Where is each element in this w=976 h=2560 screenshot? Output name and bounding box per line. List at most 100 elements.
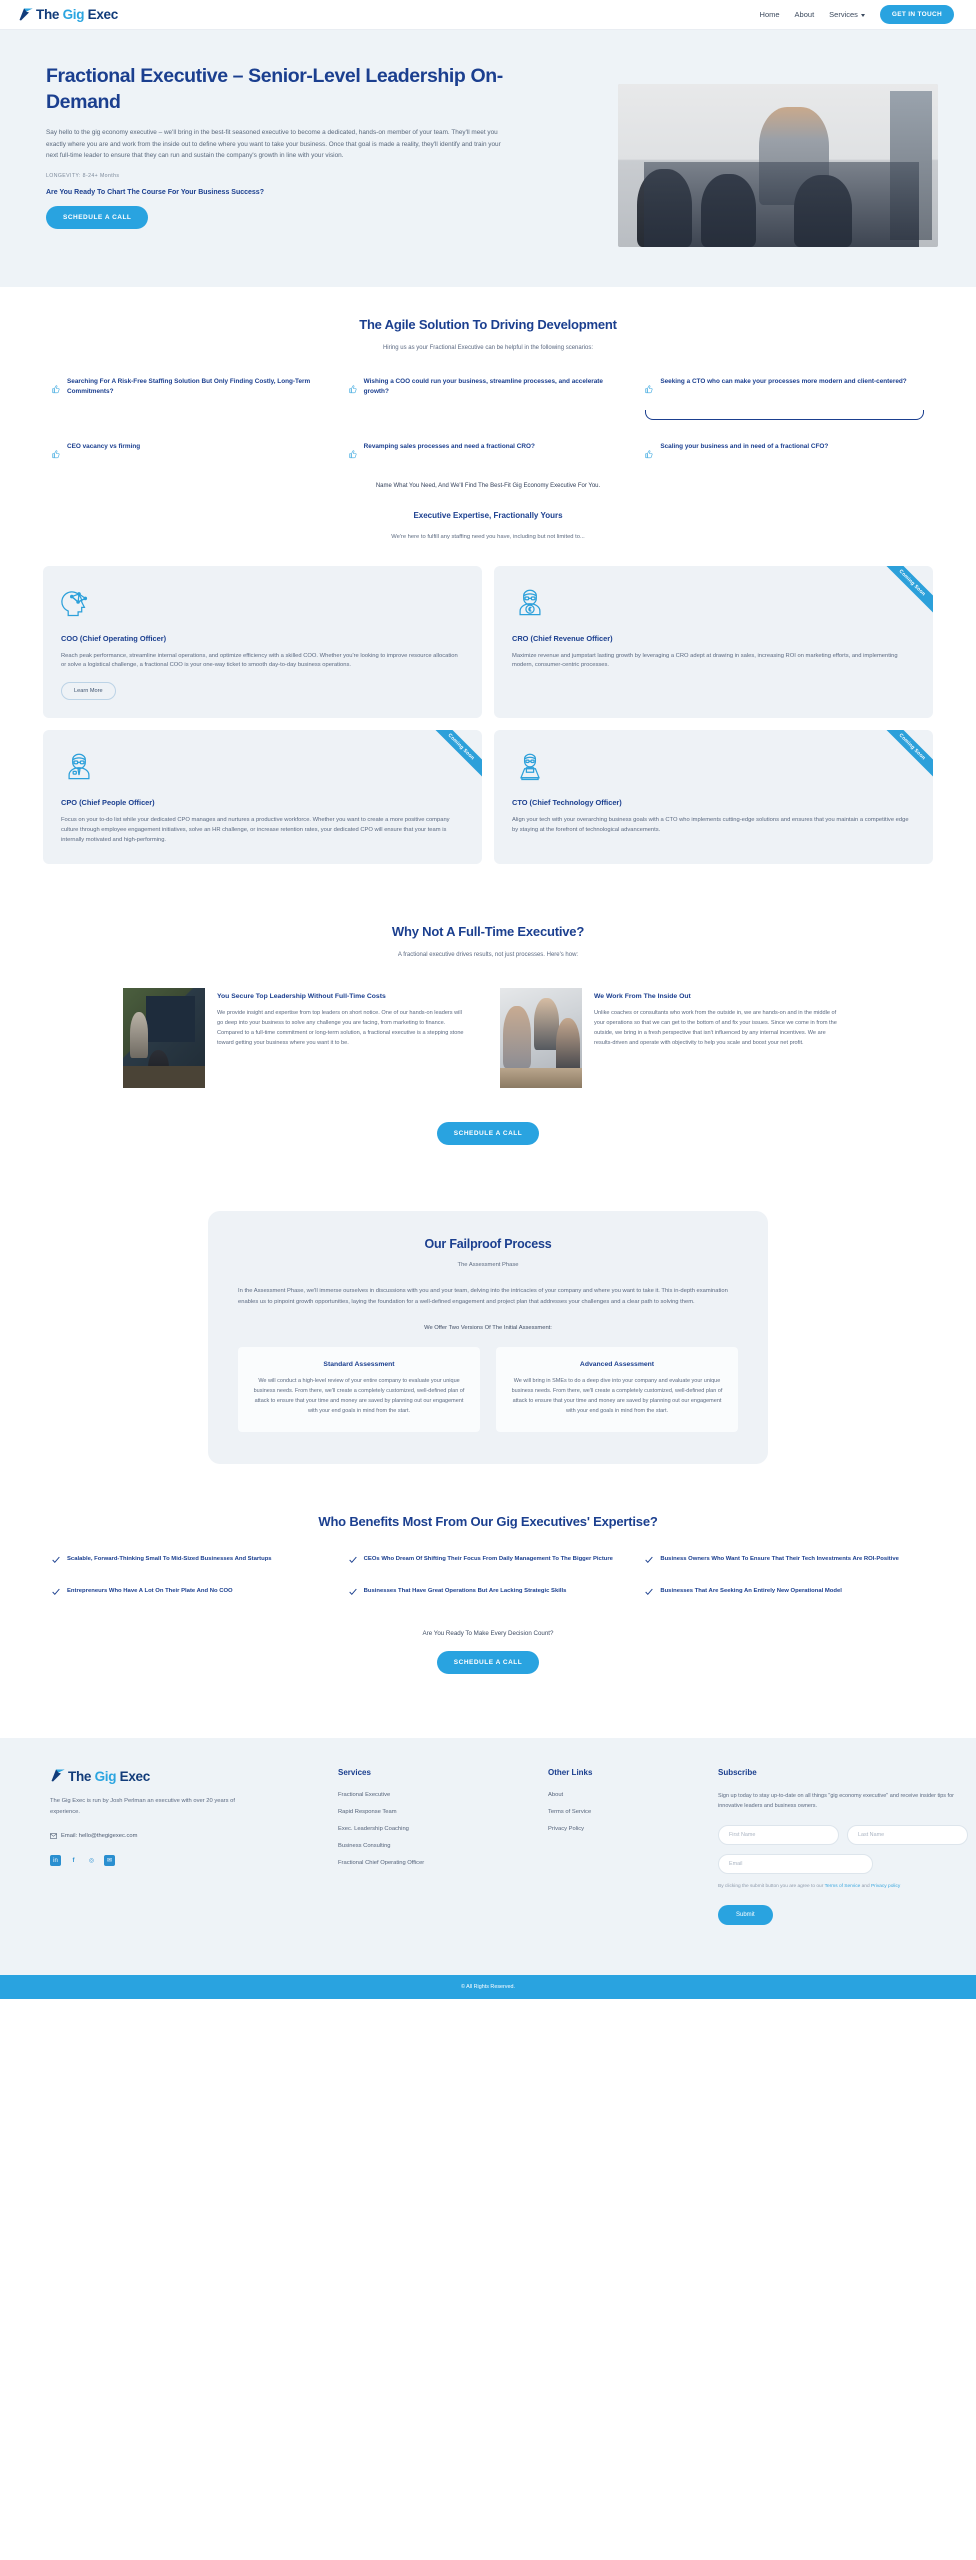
process-subtitle: The Assessment Phase [457, 1262, 519, 1269]
benefits-grid: Scalable, Forward-Thinking Small To Mid-… [38, 1555, 938, 1596]
thumbs-up-icon [645, 385, 653, 394]
why-item-title: You Secure Top Leadership Without Full-T… [217, 993, 386, 1001]
benefit-item: Businesses That Have Great Operations Bu… [348, 1587, 628, 1596]
assessment-title: Standard Assessment [323, 1360, 395, 1368]
footer-link-privacy[interactable]: Privacy Policy [548, 1826, 708, 1832]
agile-solution-section: The Agile Solution To Driving Developmen… [0, 287, 976, 894]
footer-logo-text: The Gig Exec [68, 1769, 150, 1784]
scenario-text: Searching For A Risk-Free Staffing Solut… [67, 378, 311, 396]
benefit-text: Businesses That Are Seeking An Entirely … [660, 1587, 842, 1594]
instagram-icon[interactable]: ◎ [86, 1855, 97, 1866]
person-laptop-icon [512, 748, 548, 784]
hero-image [618, 84, 938, 247]
footer-link-exec-leadership-coaching[interactable]: Exec. Leadership Coaching [338, 1826, 538, 1832]
hero-photo-team [618, 84, 938, 247]
footer-logo-part-2: Gig [94, 1768, 120, 1784]
logo-text: The Gig Exec [36, 7, 118, 22]
coming-soon-ribbon: Coming Soon [873, 565, 933, 621]
nav-item-services-label: Services [829, 10, 858, 19]
checkmark-icon [645, 1588, 654, 1596]
footer-link-about[interactable]: About [548, 1792, 708, 1798]
benefit-item: Business Owners Who Want To Ensure That … [645, 1555, 924, 1564]
why-cta-wrap: SCHEDULE A CALL [0, 1122, 976, 1146]
person-tie-icon [61, 748, 97, 784]
exec-card-title: CPO (Chief People Officer) [61, 798, 155, 808]
process-offer-line: We Offer Two Versions Of The Initial Ass… [424, 1324, 552, 1331]
terms-of-service-link[interactable]: Terms of Service [825, 1884, 861, 1889]
thumbs-up-icon [52, 385, 60, 394]
photo-presentation [123, 988, 205, 1089]
thumbs-up-icon [348, 449, 357, 459]
benefit-text: Scalable, Forward-Thinking Small To Mid-… [67, 1556, 272, 1563]
email-icon[interactable]: ✉ [104, 1855, 115, 1867]
exec-card-cro[interactable]: Coming Soon CRO (Chief Revenue Officer) … [494, 565, 933, 719]
agile-title: The Agile Solution To Driving Developmen… [359, 317, 617, 332]
assessment-grid: Standard Assessment We will conduct a hi… [238, 1346, 738, 1433]
footer-other-links-column: Other Links About Terms of Service Priva… [548, 1768, 708, 1924]
nav-item-home[interactable]: Home [760, 10, 780, 19]
exec-card-description: Focus on your to-do list while your dedi… [61, 817, 450, 844]
facebook-icon[interactable]: f [68, 1855, 79, 1866]
scenario-item: Wishing a COO could run your business, s… [348, 377, 628, 398]
scenario-text: Seeking a CTO who can make your processe… [660, 378, 907, 385]
why-item-text: We provide insight and expertise from to… [217, 1010, 464, 1047]
benefit-text: CEOs Who Dream Of Shifting Their Focus F… [363, 1556, 613, 1563]
subscribe-submit-button[interactable]: Submit [718, 1904, 773, 1925]
agile-tagline-2: Executive Expertise, Fractionally Yours [413, 510, 563, 520]
benefit-text: Business Owners Who Want To Ensure That … [660, 1556, 899, 1563]
email-input[interactable] [718, 1853, 873, 1874]
scenario-item: Seeking a CTO who can make your processe… [645, 377, 924, 398]
checkmark-icon [645, 1556, 654, 1564]
chevron-down-icon [860, 13, 865, 17]
footer-link-fractional-executive[interactable]: Fractional Executive [338, 1792, 538, 1798]
why-image-1 [123, 988, 205, 1089]
benefit-item: CEOs Who Dream Of Shifting Their Focus F… [348, 1555, 628, 1564]
hero-schedule-call-button[interactable]: SCHEDULE A CALL [46, 206, 149, 230]
benefit-text: Businesses That Have Great Operations Bu… [363, 1587, 567, 1594]
person-revenue-icon [512, 584, 548, 620]
benefits-schedule-call-button[interactable]: SCHEDULE A CALL [436, 1651, 540, 1675]
coming-soon-ribbon: Coming Soon [422, 730, 482, 786]
site-footer: The Gig Exec The Gig Exec is run by Josh… [0, 1738, 976, 1975]
why-schedule-call-button[interactable]: SCHEDULE A CALL [436, 1122, 540, 1146]
process-paragraph: In the Assessment Phase, we'll immerse o… [238, 1288, 728, 1306]
learn-more-button[interactable]: Learn More [61, 682, 116, 701]
exec-card-cto[interactable]: Coming Soon CTO (Chief Technology Office… [494, 730, 933, 865]
footer-email[interactable]: Email: hello@thegigexec.com [50, 1833, 328, 1839]
nav-item-services[interactable]: Services [829, 10, 865, 19]
first-name-input[interactable] [718, 1824, 839, 1845]
scenario-text: Scaling your business and in need of a f… [660, 442, 829, 450]
exec-card-coo[interactable]: COO (Chief Operating Officer) Reach peak… [43, 565, 482, 719]
head-network-icon [61, 584, 97, 620]
why-item: We Work From The Inside Out Unlike coach… [500, 988, 853, 1089]
why-item-title: We Work From The Inside Out [594, 993, 691, 1001]
scenario-text: Revamping sales processes and need a fra… [363, 442, 535, 450]
why-item-text: Unlike coaches or consultants who work f… [594, 1010, 837, 1047]
benefits-question: Are You Ready To Make Every Decision Cou… [422, 1630, 554, 1638]
checkmark-icon [348, 1588, 357, 1596]
agile-tagline-3: We're here to fulfill any staffing need … [391, 533, 585, 540]
why-grid: You Secure Top Leadership Without Full-T… [123, 988, 853, 1089]
hero-section: Fractional Executive – Senior-Level Lead… [0, 30, 976, 287]
get-in-touch-button[interactable]: GET IN TOUCH [879, 5, 954, 24]
scenario-item: Revamping sales processes and need a fra… [348, 442, 628, 459]
footer-link-rapid-response-team[interactable]: Rapid Response Team [338, 1809, 538, 1815]
footer-link-fractional-coo[interactable]: Fractional Chief Operating Officer [338, 1860, 538, 1866]
footer-link-business-consulting[interactable]: Business Consulting [338, 1843, 538, 1849]
exec-card-cpo[interactable]: Coming Soon CPO (Chief People Officer) F… [43, 730, 482, 865]
footer-logo[interactable]: The Gig Exec [50, 1768, 328, 1784]
terms-mid: and [860, 1883, 871, 1889]
scenario-text: Wishing a COO could run your business, s… [363, 378, 603, 396]
assessment-title: Advanced Assessment [579, 1360, 655, 1368]
nav-item-about[interactable]: About [795, 10, 815, 19]
logo[interactable]: The Gig Exec [18, 7, 118, 23]
envelope-icon [50, 1833, 57, 1839]
exec-card-title: CRO (Chief Revenue Officer) [512, 633, 613, 643]
footer-link-terms[interactable]: Terms of Service [548, 1809, 708, 1815]
last-name-input[interactable] [847, 1824, 968, 1845]
exec-card-description: Maximize revenue and jumpstart lasting g… [512, 652, 898, 669]
privacy-policy-link[interactable]: Privacy policy [871, 1884, 900, 1889]
photo-meeting [500, 988, 582, 1089]
checkmark-icon [348, 1556, 357, 1564]
linkedin-icon[interactable]: in [50, 1855, 61, 1867]
